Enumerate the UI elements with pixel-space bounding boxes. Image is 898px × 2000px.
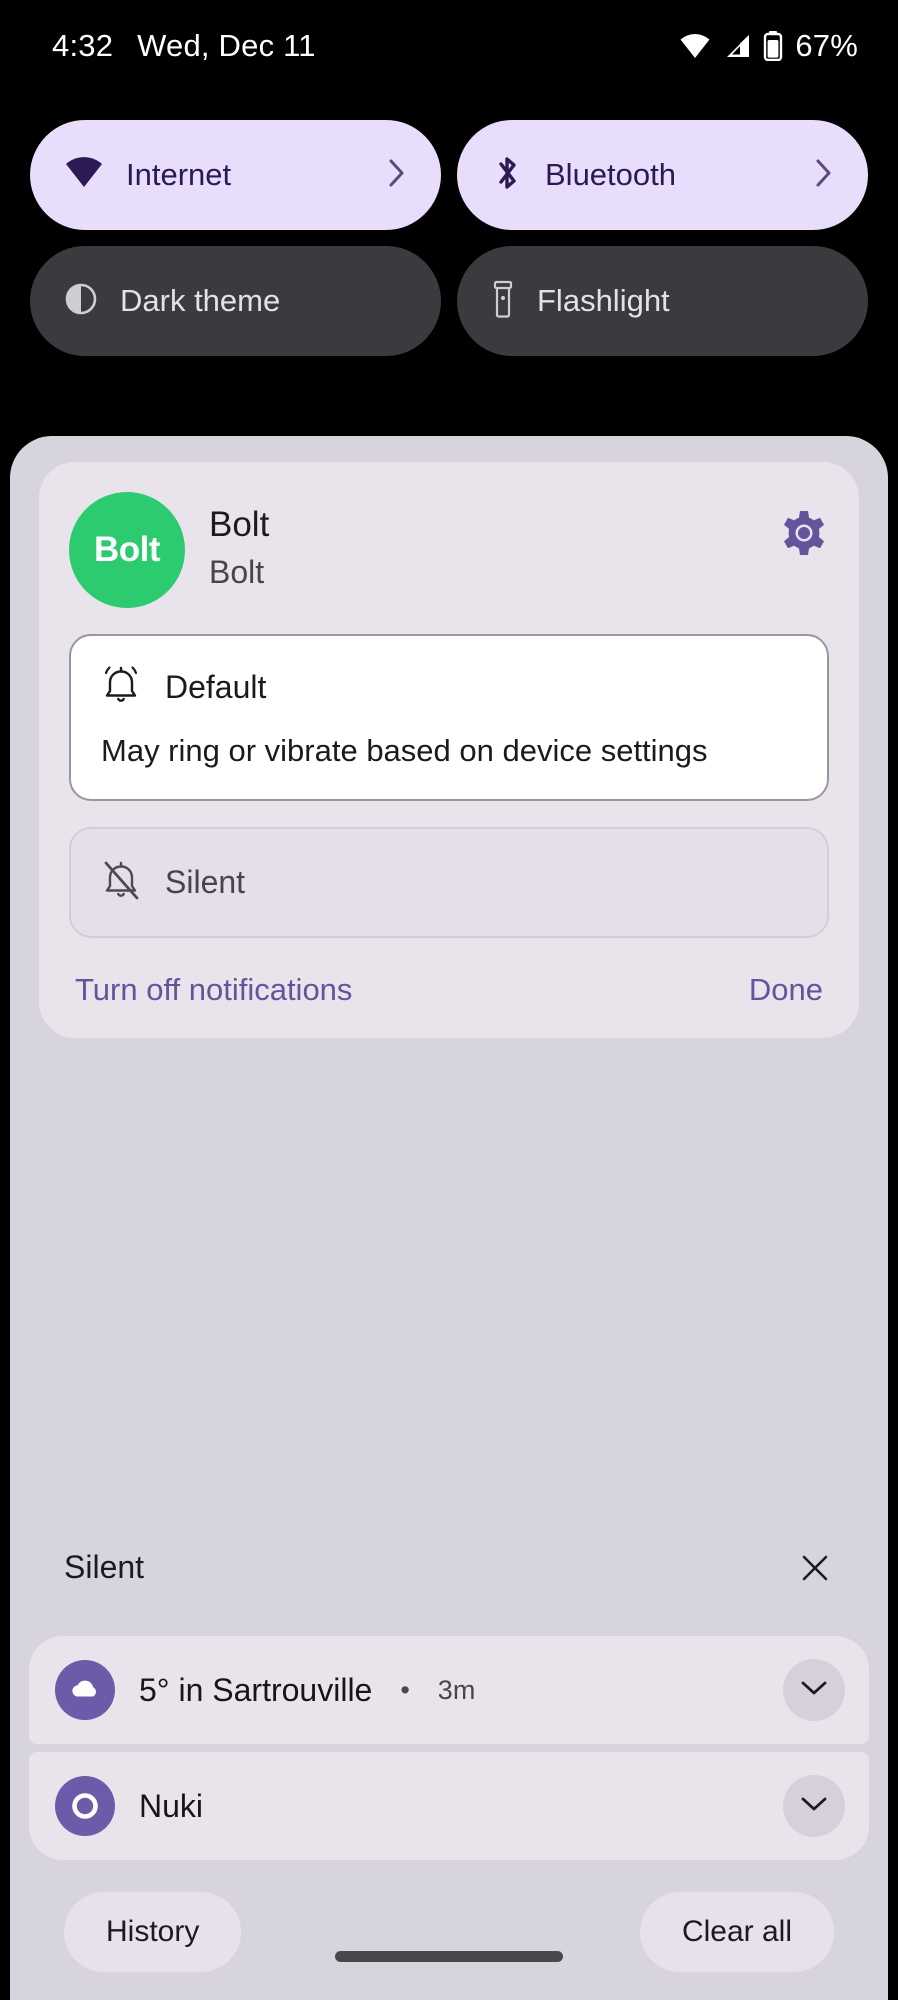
notification-time-weather: 3m [437, 1674, 476, 1705]
app-icon-label: Bolt [93, 530, 161, 569]
status-bar-clock: 4:32 [52, 28, 114, 63]
channel-card-actions: Turn off notifications Done [69, 972, 829, 1012]
channel-option-default-row: Default [101, 664, 797, 711]
channel-option-silent[interactable]: Silent [69, 827, 829, 938]
turn-off-notifications-button[interactable]: Turn off notifications [75, 972, 352, 1008]
wifi-icon [64, 156, 104, 194]
gesture-nav-handle[interactable] [335, 1951, 563, 1962]
notification-channel-card: Bolt Bolt Bolt Default May ring or vibra… [39, 462, 859, 1038]
app-name-block: Bolt Bolt [209, 492, 269, 591]
qs-tile-label-dark-theme: Dark theme [120, 283, 281, 318]
dark-theme-icon [64, 282, 98, 321]
done-button[interactable]: Done [749, 972, 823, 1008]
flashlight-icon [491, 280, 515, 323]
qs-tile-internet[interactable]: Internet [30, 120, 441, 230]
nuki-ring-icon [55, 1776, 115, 1836]
weather-cloud-icon [55, 1660, 115, 1720]
status-bar: 4:32 Wed, Dec 11 67% [0, 0, 898, 92]
battery-icon [763, 31, 783, 61]
notification-title-weather: 5° in Sartrouville [139, 1671, 373, 1708]
clear-all-button[interactable]: Clear all [639, 1892, 834, 1972]
qs-tile-bluetooth[interactable]: Bluetooth [457, 120, 868, 230]
bell-ring-icon [101, 664, 141, 711]
bluetooth-icon [491, 153, 523, 198]
chevron-down-icon [799, 1678, 829, 1703]
qs-tile-label-internet: Internet [126, 157, 232, 192]
channel-name: Bolt [209, 554, 265, 590]
silent-section-title: Silent [64, 1549, 145, 1585]
channel-option-default[interactable]: Default May ring or vibrate based on dev… [69, 634, 829, 801]
status-bar-left: 4:32 Wed, Dec 11 [52, 28, 316, 64]
quick-settings-grid: Internet Bluetooth Dark theme Flashlight [0, 120, 898, 356]
notification-separator: • [400, 1674, 410, 1705]
cellular-signal-icon [723, 33, 751, 59]
silent-section-header: Silent [10, 1549, 888, 1586]
channel-option-default-description: May ring or vibrate based on device sett… [101, 733, 708, 768]
chevron-right-icon [387, 157, 407, 194]
bell-off-icon [101, 859, 141, 906]
status-bar-right: 67% [679, 28, 858, 64]
history-button[interactable]: History [64, 1892, 242, 1972]
channel-option-silent-label: Silent [165, 864, 246, 900]
qs-tile-label-flashlight: Flashlight [537, 283, 670, 318]
notification-channel-header: Bolt Bolt Bolt [69, 492, 829, 608]
chevron-right-icon [814, 157, 834, 194]
expand-button-nuki[interactable] [783, 1775, 845, 1837]
close-icon[interactable] [798, 1551, 832, 1585]
chevron-down-icon [799, 1794, 829, 1819]
expand-button-weather[interactable] [783, 1659, 845, 1721]
notification-row-weather[interactable]: 5° in Sartrouville • 3m [29, 1636, 869, 1744]
battery-percentage: 67% [795, 28, 858, 63]
qs-tile-dark-theme[interactable]: Dark theme [30, 246, 441, 356]
app-icon-bolt: Bolt [69, 492, 185, 608]
notification-shade-panel: Bolt Bolt Bolt Default May ring or vibra… [10, 436, 888, 2000]
channel-option-silent-row: Silent [101, 859, 797, 906]
status-bar-date: Wed, Dec 11 [137, 28, 316, 63]
wifi-icon [679, 33, 711, 59]
notification-title-nuki: Nuki [139, 1787, 204, 1824]
app-name: Bolt [209, 505, 270, 544]
android-notification-shade: 4:32 Wed, Dec 11 67% Internet Bluetooth … [0, 0, 898, 2000]
gear-icon[interactable] [779, 508, 829, 563]
qs-tile-flashlight[interactable]: Flashlight [457, 246, 868, 356]
silent-notification-list: 5° in Sartrouville • 3m Nuki [29, 1636, 869, 1860]
channel-option-default-label: Default [165, 669, 267, 705]
qs-tile-label-bluetooth: Bluetooth [545, 157, 676, 192]
notification-row-nuki[interactable]: Nuki [29, 1752, 869, 1860]
